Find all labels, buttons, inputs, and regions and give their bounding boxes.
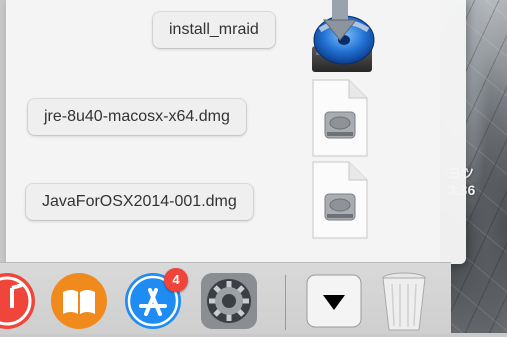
stack-item-label-javaforosx-dmg[interactable]: JavaForOSX2014-001.dmg (26, 184, 253, 220)
system-preferences-icon[interactable] (200, 272, 258, 330)
trash-icon[interactable] (380, 270, 428, 332)
itunes-icon[interactable] (0, 272, 36, 330)
downloads-stack-icon[interactable] (306, 274, 362, 328)
downloads-stack-popup: install_mraid jre-8u40-macosx-x64.dmg Ja… (6, 0, 466, 264)
stack-item-label-install-mraid[interactable]: install_mraid (153, 12, 275, 48)
app-store-badge: 4 (164, 268, 188, 292)
disk-image-icon[interactable] (309, 78, 371, 158)
stack-item-label-jre-dmg[interactable]: jre-8u40-macosx-x64.dmg (28, 99, 246, 135)
disk-image-icon[interactable] (309, 160, 371, 240)
ibooks-icon[interactable] (50, 272, 108, 330)
dock-separator (285, 275, 286, 330)
installer-package-icon[interactable] (306, 0, 378, 78)
